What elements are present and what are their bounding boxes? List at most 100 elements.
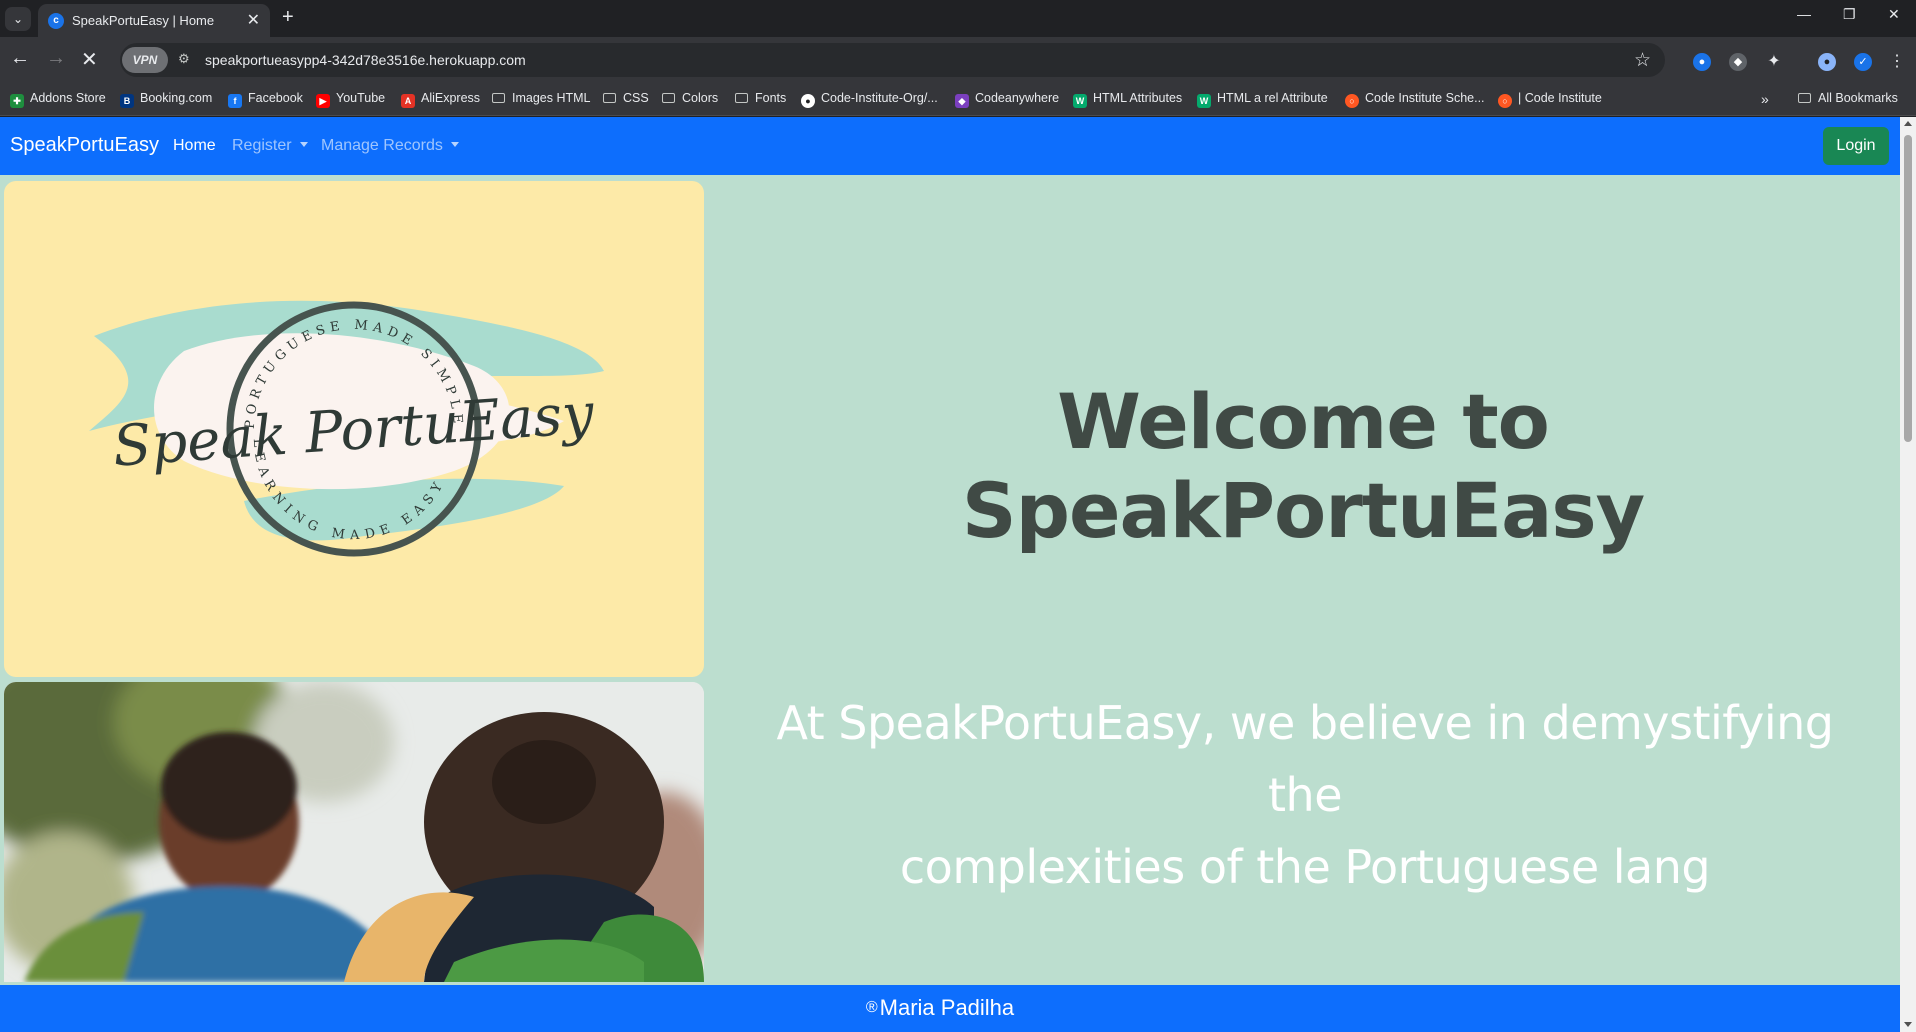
bookmark-item[interactable]: A AliExpress: [401, 91, 480, 108]
bookmark-item[interactable]: W HTML Attributes: [1073, 91, 1182, 108]
bookmark-item[interactable]: B Booking.com: [120, 91, 212, 108]
profile-avatar-icon[interactable]: ●: [1818, 53, 1836, 71]
tab-search-button[interactable]: ⌄: [5, 7, 31, 31]
code-institute-icon: ○: [1498, 94, 1512, 108]
bookmarks-bar: All Bookmarks » ✚ Addons Store B Booking.co…: [0, 83, 1916, 116]
aliexpress-icon: A: [401, 94, 415, 108]
bookmark-item[interactable]: ◆ Codeanywhere: [955, 91, 1059, 108]
site-footer: ®Maria Padilha: [0, 985, 1900, 1032]
nav-link-register-label: Register: [232, 137, 292, 154]
tab-favicon-icon: c: [48, 13, 64, 29]
new-tab-button[interactable]: +: [282, 6, 294, 29]
browser-toolbar: ← → ✕ VPN ⚙ speakportueasypp4-342d78e351…: [0, 37, 1916, 83]
folder-icon: [662, 93, 675, 103]
intro-line-2: complexities of the Portuguese lang: [899, 840, 1711, 894]
active-tab[interactable]: c SpeakPortuEasy | Home ✕: [38, 4, 270, 37]
bookmark-label: | Code Institute: [1518, 91, 1602, 105]
folder-icon: [1798, 93, 1811, 103]
students-photo: [4, 682, 704, 982]
dropdown-caret-icon: [450, 142, 459, 147]
dropdown-caret-icon: [299, 142, 308, 147]
bookmark-item[interactable]: ● Code-Institute-Org/...: [801, 91, 938, 108]
github-icon: ●: [801, 94, 815, 108]
bookmark-item[interactable]: ▶ YouTube: [316, 91, 385, 108]
tab-strip: ⌄ c SpeakPortuEasy | Home ✕ + — ❐ ✕: [0, 0, 1916, 37]
welcome-heading: Welcome to SpeakPortuEasy: [961, 377, 1645, 555]
bookmark-label: Images HTML: [512, 91, 591, 105]
restore-icon[interactable]: ❐: [1843, 6, 1856, 23]
nav-link-register[interactable]: Register: [232, 137, 308, 155]
scroll-thumb[interactable]: [1904, 135, 1912, 442]
url-text[interactable]: speakportueasypp4-342d78e3516e.herokuapp…: [205, 52, 526, 68]
bookmark-item[interactable]: W HTML a rel Attribute: [1197, 91, 1328, 108]
extensions-puzzle-icon[interactable]: ✦: [1765, 53, 1783, 71]
extension-shield-icon[interactable]: ◆: [1729, 53, 1747, 71]
bookmark-label: Colors: [682, 91, 719, 105]
site-info-icon[interactable]: ⚙: [178, 51, 190, 67]
bookmark-label: Code Institute Sche...: [1365, 91, 1485, 105]
bookmark-label: HTML Attributes: [1093, 91, 1183, 105]
bookmark-label: CSS: [623, 91, 649, 105]
password-manager-icon[interactable]: ●: [1693, 53, 1711, 71]
bookmarks-overflow-icon[interactable]: »: [1761, 91, 1769, 107]
bookmark-item[interactable]: Fonts: [735, 91, 786, 105]
folder-icon: [603, 93, 616, 103]
scroll-down-arrow-icon[interactable]: [1904, 1022, 1912, 1027]
bookmark-item[interactable]: CSS: [603, 91, 649, 105]
bookmark-item[interactable]: ○ | Code Institute: [1498, 91, 1602, 108]
bookmark-star-icon[interactable]: ☆: [1634, 49, 1651, 72]
bookmark-label: Facebook: [248, 91, 303, 105]
bookmark-item[interactable]: Colors: [662, 91, 718, 105]
bookmark-item[interactable]: ✚ Addons Store: [10, 91, 106, 108]
stop-loading-icon[interactable]: ✕: [81, 47, 98, 72]
tab-close-icon[interactable]: ✕: [247, 10, 260, 30]
bookmark-label: YouTube: [336, 91, 386, 105]
bookmark-label: Code-Institute-Org/...: [821, 91, 938, 105]
logo-card: PORTUGUESE MADE SIMPLE LEARNING MADE EAS…: [4, 181, 704, 677]
intro-line-1: At SpeakPortuEasy, we believe in demysti…: [776, 696, 1834, 822]
site-navbar: SpeakPortuEasy Home Register Manage Reco…: [0, 117, 1900, 175]
all-bookmarks-button[interactable]: All Bookmarks: [1798, 91, 1898, 105]
intro-paragraph: At SpeakPortuEasy, we believe in demysti…: [740, 687, 1870, 903]
all-bookmarks-label: All Bookmarks: [1818, 91, 1898, 105]
page-scrollbar[interactable]: [1900, 117, 1916, 1032]
forward-icon[interactable]: →: [46, 47, 66, 70]
w3schools-icon: W: [1073, 94, 1087, 108]
students-photo-image: [4, 682, 704, 982]
footer-credit: ®Maria Padilha: [866, 995, 1014, 1021]
account-check-icon[interactable]: ✓: [1854, 53, 1872, 71]
booking-icon: B: [120, 94, 134, 108]
nav-link-manage-records[interactable]: Manage Records: [321, 137, 459, 155]
bookmark-label: HTML a rel Attribute: [1217, 91, 1328, 105]
page-viewport: SpeakPortuEasy Home Register Manage Reco…: [0, 117, 1916, 1032]
nav-link-home[interactable]: Home: [173, 137, 216, 155]
footer-author: Maria Padilha: [879, 995, 1015, 1020]
bookmark-item[interactable]: f Facebook: [228, 91, 303, 108]
addons-store-icon: ✚: [10, 94, 24, 108]
bookmark-item[interactable]: ○ Code Institute Sche...: [1345, 91, 1485, 108]
navbar-brand[interactable]: SpeakPortuEasy: [10, 134, 159, 157]
w3schools-icon: W: [1197, 94, 1211, 108]
tab-title: SpeakPortuEasy | Home: [72, 13, 215, 28]
bookmark-label: Addons Store: [30, 91, 106, 105]
scroll-up-arrow-icon[interactable]: [1904, 121, 1912, 126]
folder-icon: [492, 93, 505, 103]
vpn-badge[interactable]: VPN: [122, 47, 168, 73]
browser-menu-icon[interactable]: ⋮: [1888, 53, 1906, 71]
login-button[interactable]: Login: [1823, 127, 1889, 165]
codeanywhere-icon: ◆: [955, 94, 969, 108]
bookmark-item[interactable]: Images HTML: [492, 91, 591, 105]
window-close-icon[interactable]: ✕: [1888, 6, 1900, 23]
address-bar[interactable]: VPN ⚙ speakportueasypp4-342d78e3516e.her…: [120, 43, 1665, 77]
code-institute-icon: ○: [1345, 94, 1359, 108]
nav-link-manage-records-label: Manage Records: [321, 137, 443, 154]
folder-icon: [735, 93, 748, 103]
facebook-icon: f: [228, 94, 242, 108]
speakportueasy-logo: PORTUGUESE MADE SIMPLE LEARNING MADE EAS…: [89, 300, 604, 557]
minimize-icon[interactable]: —: [1797, 6, 1811, 22]
bookmark-label: Booking.com: [140, 91, 213, 105]
bookmark-label: AliExpress: [421, 91, 481, 105]
registered-symbol: ®: [865, 999, 878, 1016]
back-icon[interactable]: ←: [10, 47, 30, 70]
bookmark-label: Fonts: [755, 91, 787, 105]
